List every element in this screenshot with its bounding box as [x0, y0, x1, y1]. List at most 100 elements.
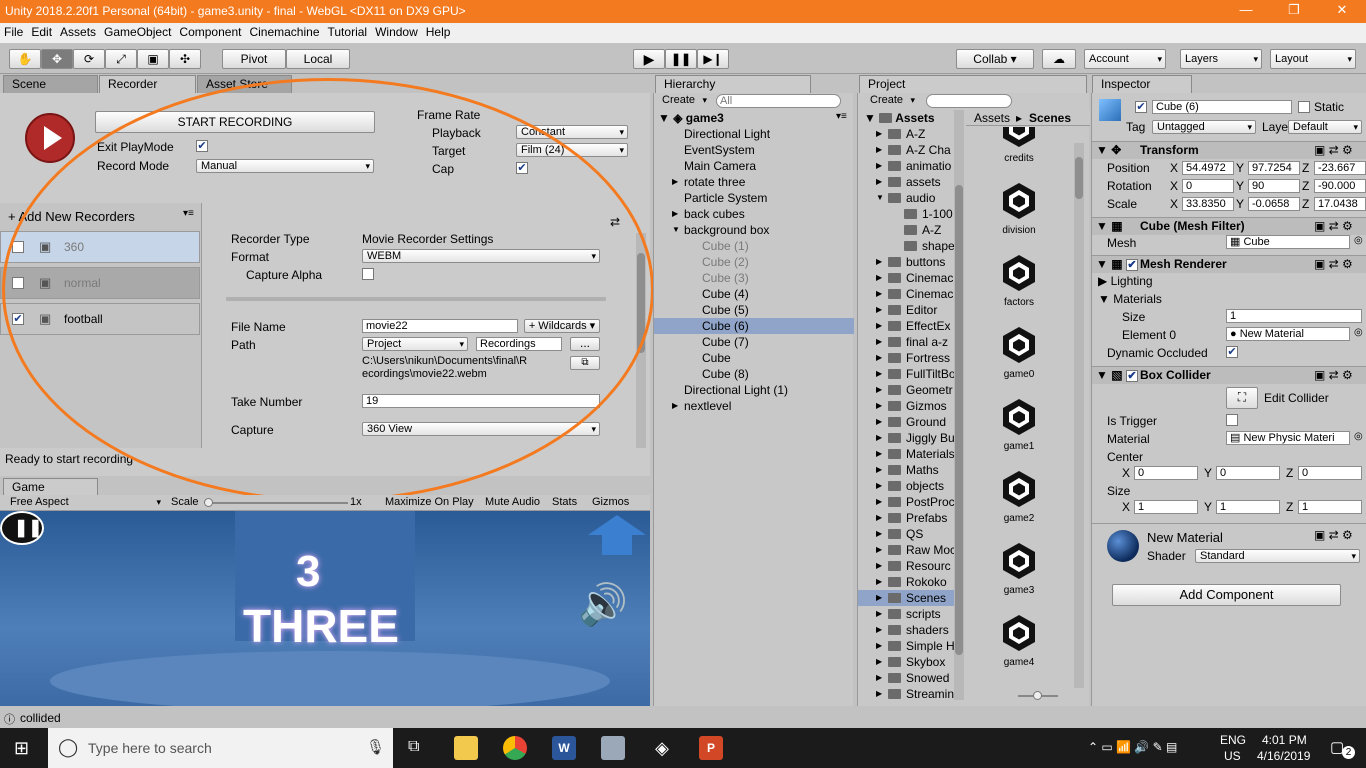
folder-expand-icon[interactable]: ▶	[876, 270, 882, 286]
folder-expand-icon[interactable]: ▶	[876, 398, 882, 414]
scale-slider[interactable]	[208, 502, 348, 504]
box-collider-checkbox[interactable]: ✔	[1126, 370, 1138, 382]
wildcards-button[interactable]: + Wildcards ▾	[524, 319, 600, 333]
layers-dropdown[interactable]: Layers	[1180, 49, 1262, 69]
folder-expand-icon[interactable]: ▼	[876, 190, 884, 206]
hierarchy-item[interactable]: ▶ nextlevel	[654, 398, 854, 414]
tab-game[interactable]: Game	[3, 478, 98, 496]
stats-button[interactable]: Stats	[552, 496, 577, 508]
rot-x-input[interactable]: 0	[1182, 179, 1234, 193]
hierarchy-item[interactable]: Cube (5)	[654, 302, 854, 318]
step-button[interactable]: ▶❙	[697, 49, 729, 69]
settings-scrollbar-thumb[interactable]	[637, 253, 645, 353]
project-folder[interactable]: ▶ A-Z	[858, 126, 964, 142]
folder-expand-icon[interactable]: ▶	[876, 430, 882, 446]
taskbar-search[interactable]: ◯ Type here to search 🎙	[48, 728, 393, 768]
hierarchy-item[interactable]: Cube (2)	[654, 254, 854, 270]
transform-tool-button[interactable]: ✣	[169, 49, 201, 69]
hierarchy-item[interactable]: Cube (8)	[654, 366, 854, 382]
tab-inspector[interactable]: Inspector	[1092, 75, 1192, 93]
layer-dropdown[interactable]: Default	[1288, 120, 1362, 134]
breadcrumb-scenes[interactable]: Scenes	[1029, 111, 1071, 125]
is-trigger-checkbox[interactable]	[1226, 414, 1238, 426]
expand-arrow-icon[interactable]: ▶	[672, 174, 678, 190]
mesh-filter-header[interactable]: ▼ ▦ Cube (Mesh Filter) ▣ ⇄ ⚙	[1092, 217, 1366, 235]
active-checkbox[interactable]: ✔	[1135, 101, 1147, 113]
project-search-input[interactable]	[926, 94, 1012, 108]
mesh-filter-menu-icon[interactable]: ▣ ⇄ ⚙	[1314, 218, 1353, 235]
collider-size-z-input[interactable]: 1	[1298, 500, 1362, 514]
project-folder[interactable]: ▶ buttons	[858, 254, 964, 270]
cloud-button[interactable]: ☁	[1042, 49, 1076, 69]
project-tree-scrollbar[interactable]	[954, 110, 964, 700]
hierarchy-item[interactable]: Cube (7)	[654, 334, 854, 350]
folder-expand-icon[interactable]: ▶	[876, 158, 882, 174]
project-folder[interactable]: ▼ audio	[858, 190, 964, 206]
hierarchy-item[interactable]: Cube (6)	[654, 318, 854, 334]
record-mode-dropdown[interactable]: Manual	[196, 159, 374, 173]
chrome-icon[interactable]	[503, 736, 527, 760]
tab-scene[interactable]: Scene	[3, 75, 98, 93]
recorder-enabled-checkbox[interactable]: ✔	[12, 313, 24, 325]
collider-center-y-input[interactable]: 0	[1216, 466, 1280, 480]
folder-expand-icon[interactable]: ▶	[876, 350, 882, 366]
folder-expand-icon[interactable]: ▶	[876, 638, 882, 654]
expand-arrow-icon[interactable]: ▶	[672, 206, 678, 222]
project-folder[interactable]: ▶ Prefabs	[858, 510, 964, 526]
expand-arrow-icon[interactable]: ▼	[672, 222, 680, 238]
maximize-on-play-button[interactable]: Maximize On Play	[385, 496, 474, 508]
take-number-input[interactable]: 19	[362, 394, 600, 408]
mesh-renderer-menu-icon[interactable]: ▣ ⇄ ⚙	[1314, 256, 1353, 273]
rect-tool-button[interactable]: ▣	[137, 49, 169, 69]
unity-taskbar-icon[interactable]: ◈	[650, 736, 674, 760]
hand-tool-button[interactable]: ✋	[9, 49, 41, 69]
hierarchy-item[interactable]: ▶ back cubes	[654, 206, 854, 222]
menu-item-component[interactable]: Component	[175, 23, 245, 41]
minimize-button[interactable]: —	[1226, 2, 1266, 20]
rotate-tool-button[interactable]: ⟳	[73, 49, 105, 69]
rot-y-input[interactable]: 90	[1248, 179, 1300, 193]
folder-expand-icon[interactable]: ▶	[876, 606, 882, 622]
project-folder[interactable]: ▶ scripts	[858, 606, 964, 622]
project-folder[interactable]: ▶ Fortress	[858, 350, 964, 366]
folder-expand-icon[interactable]: ▶	[876, 446, 882, 462]
menu-item-gameobject[interactable]: GameObject	[100, 23, 175, 41]
hierarchy-item[interactable]: Cube (1)	[654, 238, 854, 254]
mesh-field[interactable]: ▦ Cube	[1226, 235, 1350, 249]
recorder-enabled-checkbox[interactable]	[12, 241, 24, 253]
pos-y-input[interactable]: 97.7254	[1248, 161, 1300, 175]
folder-expand-icon[interactable]: ▶	[876, 510, 882, 526]
scene-asset[interactable]: division	[966, 179, 1072, 247]
project-folder[interactable]: ▶ Streamin	[858, 686, 964, 702]
materials-foldout[interactable]: ▼ Materials	[1098, 292, 1162, 306]
tab-recorder[interactable]: Recorder	[99, 75, 196, 93]
path-folder-input[interactable]: Recordings	[476, 337, 562, 351]
project-folder[interactable]: 1-100	[858, 206, 964, 222]
folder-expand-icon[interactable]: ▶	[876, 366, 882, 382]
tab-hierarchy[interactable]: Hierarchy	[655, 75, 811, 93]
menu-item-file[interactable]: File	[0, 23, 27, 41]
material-picker-icon[interactable]: ◎	[1354, 327, 1363, 338]
project-folder[interactable]: ▶ assets	[858, 174, 964, 190]
folder-expand-icon[interactable]: ▶	[876, 526, 882, 542]
collider-center-z-input[interactable]: 0	[1298, 466, 1362, 480]
folder-expand-icon[interactable]: ▶	[876, 542, 882, 558]
transform-header[interactable]: ▼ ✥ Transform ▣ ⇄ ⚙	[1092, 141, 1366, 159]
settings-preset-icon[interactable]: ⇄	[610, 215, 620, 229]
project-folder[interactable]: ▶ objects	[858, 478, 964, 494]
materials-size-input[interactable]: 1	[1226, 309, 1362, 323]
project-create-dropdown[interactable]: Create	[866, 94, 918, 108]
pivot-button[interactable]: Pivot	[222, 49, 286, 69]
word-icon[interactable]: W	[552, 736, 576, 760]
folder-expand-icon[interactable]: ▶	[876, 414, 882, 430]
settings-scrollbar[interactable]	[636, 233, 646, 448]
hierarchy-item[interactable]: Directional Light	[654, 126, 854, 142]
folder-expand-icon[interactable]: ▶	[876, 142, 882, 158]
aspect-dropdown[interactable]: Free Aspect	[6, 496, 164, 510]
component-menu-icon[interactable]: ▣ ⇄ ⚙	[1314, 142, 1353, 159]
scale-tool-button[interactable]: ⤢	[105, 49, 137, 69]
project-folder[interactable]: A-Z	[858, 222, 964, 238]
language-line-2[interactable]: US	[1224, 749, 1241, 763]
project-folder[interactable]: ▶ QS	[858, 526, 964, 542]
scene-asset[interactable]: game3	[966, 539, 1072, 607]
